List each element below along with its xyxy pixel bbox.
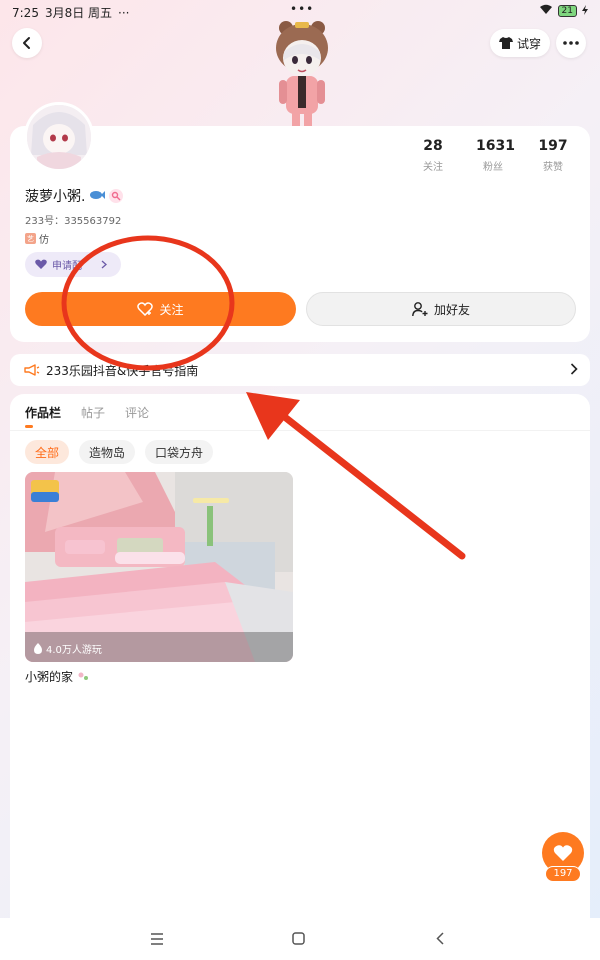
- status-center-dots: •••: [290, 2, 315, 16]
- like-count: 197: [545, 866, 581, 882]
- try-on-button[interactable]: 试穿: [490, 29, 550, 57]
- stat-label: 关注: [423, 162, 443, 173]
- avatar-3d-figure: [264, 18, 340, 128]
- profile-stats: 28 关注 1631 粉丝 197 获赞: [416, 138, 570, 173]
- back-nav-icon[interactable]: [436, 930, 444, 949]
- stat-label: 获赞: [543, 162, 563, 173]
- tag-text: 仿: [39, 235, 49, 246]
- add-friend-label: 加好友: [433, 302, 470, 317]
- work-title[interactable]: 小粥的家: [25, 668, 89, 685]
- heart-plus-icon: [137, 302, 154, 316]
- stat-followers[interactable]: 1631 粉丝: [476, 138, 515, 173]
- stat-value: 28: [423, 138, 443, 154]
- chip-pocket-ark[interactable]: 口袋方舟: [145, 440, 214, 464]
- announcement-bar[interactable]: 233乐园抖音&快手官号指南: [10, 354, 590, 386]
- apply-pair-button[interactable]: 申请配: [25, 252, 121, 277]
- chip-creation-island[interactable]: 造物岛: [79, 440, 136, 464]
- like-float-button[interactable]: 197: [542, 832, 586, 884]
- stat-label: 粉丝: [483, 162, 503, 173]
- play-count-text: 4.0万人游玩: [46, 645, 102, 656]
- follow-button[interactable]: 关注: [25, 292, 296, 326]
- follow-label: 关注: [159, 302, 184, 317]
- tshirt-icon: [498, 37, 513, 49]
- charging-icon: [582, 4, 588, 18]
- status-dots: ···: [118, 5, 130, 20]
- play-count: 4.0万人游玩: [33, 641, 102, 656]
- status-date: 3月8日 周五: [44, 6, 113, 20]
- try-on-label: 试穿: [516, 36, 541, 51]
- user-id: 233号：335563792: [25, 216, 122, 227]
- art-tag-icon: 艺: [25, 233, 36, 244]
- more-icon: [563, 41, 579, 45]
- divider: [10, 430, 590, 431]
- add-person-icon: [412, 301, 428, 316]
- apply-pair-label: 申请配: [52, 261, 82, 272]
- wifi-icon: [539, 4, 553, 18]
- stat-likes[interactable]: 197 获赞: [536, 138, 570, 173]
- home-icon[interactable]: [292, 930, 305, 949]
- work-title-text: 小粥的家: [25, 670, 74, 684]
- nickname: 菠萝小粥.: [25, 186, 124, 206]
- menu-icon[interactable]: [150, 930, 164, 949]
- tab-comments[interactable]: 评论: [125, 404, 149, 421]
- filter-chips: 全部 造物岛 口袋方舟: [25, 440, 214, 464]
- stat-following[interactable]: 28 关注: [416, 138, 450, 173]
- chevron-right-icon: [101, 260, 107, 269]
- work-thumbnail[interactable]: 4.0万人游玩: [25, 472, 293, 662]
- back-button[interactable]: [12, 28, 42, 58]
- content-section: 作品栏 帖子 评论 全部 造物岛 口袋方舟 4.0万人游玩 小粥的家: [10, 394, 590, 918]
- fish-icon: [89, 189, 106, 203]
- announcement-text: 233乐园抖音&快手官号指南: [46, 363, 199, 378]
- user-tag: 艺 仿: [25, 231, 49, 246]
- heart-icon: [35, 259, 47, 269]
- system-navigation-bar: [0, 918, 600, 960]
- tab-posts[interactable]: 帖子: [81, 404, 105, 421]
- stat-value: 1631: [476, 138, 515, 154]
- megaphone-icon: [24, 364, 40, 376]
- status-time: 7:25: [12, 5, 39, 20]
- chip-all[interactable]: 全部: [25, 440, 70, 464]
- level-badge-icon[interactable]: [109, 189, 124, 203]
- nickname-text: 菠萝小粥.: [25, 189, 86, 205]
- tab-bar: 作品栏 帖子 评论: [25, 404, 149, 428]
- chevron-right-icon: [570, 363, 578, 375]
- avatar[interactable]: [24, 102, 94, 172]
- decoration-icon: [78, 672, 88, 680]
- profile-card: 28 关注 1631 粉丝 197 获赞 菠萝小粥. 233号：33556379…: [10, 102, 590, 342]
- chevron-left-icon: [23, 37, 30, 49]
- stat-value: 197: [538, 138, 568, 154]
- battery-indicator: 21: [557, 5, 577, 17]
- add-friend-button[interactable]: 加好友: [306, 292, 576, 326]
- more-options-button[interactable]: [556, 28, 586, 58]
- tab-works[interactable]: 作品栏: [25, 404, 61, 428]
- flame-icon: [34, 643, 42, 654]
